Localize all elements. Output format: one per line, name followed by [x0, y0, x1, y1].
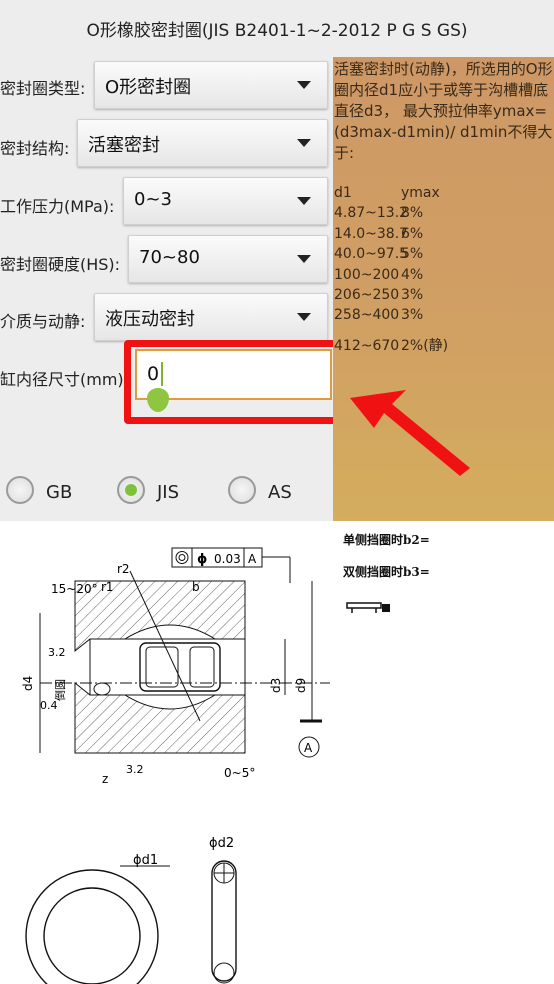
svg-text:倒圆: 倒圆: [54, 679, 67, 701]
radio-gb[interactable]: [6, 476, 34, 504]
tolerance-frame: ϕ 0.03 A: [171, 547, 291, 583]
table-row: 206~250 3%: [334, 287, 424, 304]
svg-text:d9: d9: [294, 678, 308, 693]
svg-text:ϕd1: ϕd1: [133, 853, 158, 868]
table-row: 40.0~97.5 5%: [334, 246, 424, 263]
svg-text:r1: r1: [101, 580, 114, 594]
svg-text:A: A: [248, 552, 257, 566]
svg-text:ϕ: ϕ: [197, 552, 207, 567]
double-ring-result: 双侧挡圈时b3=: [343, 565, 430, 579]
table-row: 14.0~38.7 6%: [334, 225, 424, 242]
chevron-down-icon: [297, 197, 311, 205]
table-row: 100~200 4%: [334, 266, 424, 283]
o-ring-front-view: ϕd1: [25, 853, 170, 984]
info-text: 活塞密封时(动静)，所选用的O形圈内径d1应小于或等于沟槽槽底直径d3， 最大预…: [334, 60, 553, 162]
svg-text:15~20°: 15~20°: [51, 582, 98, 596]
radio-gb-label: GB: [46, 482, 73, 503]
page-title: O形橡胶密封圈(JIS B2401-1~2-2012 P G S GS): [86, 21, 468, 41]
hardness-select[interactable]: 70~80: [128, 235, 328, 283]
svg-text:ϕd2: ϕd2: [209, 836, 234, 851]
pressure-value: 0~3: [134, 189, 172, 210]
seal-type-value: O形密封圈: [105, 77, 192, 98]
medium-value: 液压动密封: [105, 309, 195, 330]
svg-text:d3: d3: [269, 678, 283, 693]
table-header: d1 ymax: [334, 185, 440, 201]
svg-text:3.2: 3.2: [126, 763, 144, 776]
radio-jis-label: JIS: [157, 482, 180, 503]
highlight-box: [124, 340, 348, 424]
radio-jis[interactable]: [117, 476, 145, 504]
svg-text:A: A: [304, 741, 313, 755]
svg-text:3.2: 3.2: [48, 646, 66, 659]
svg-text:b: b: [192, 580, 200, 594]
svg-text:0~5°: 0~5°: [224, 766, 255, 780]
radio-as[interactable]: [228, 476, 256, 504]
medium-select[interactable]: 液压动密封: [94, 293, 328, 341]
seal-type-select[interactable]: O形密封圈: [94, 61, 328, 109]
table-row: 4.87~13.2 8%: [334, 205, 424, 222]
o-ring-section-view: ϕd2: [209, 836, 237, 984]
svg-text:r2: r2: [117, 562, 130, 576]
single-ring-result: 单侧挡圈时b2=: [343, 533, 430, 547]
seal-structure-label: 密封结构:: [0, 139, 70, 158]
bore-label: 缸内径尺寸(mm):: [0, 370, 130, 389]
chevron-down-icon: [297, 255, 311, 263]
radio-as-label: AS: [268, 482, 292, 503]
arrow-annotation-icon: [350, 390, 470, 476]
backup-ring-icon: [346, 602, 390, 613]
seal-type-label: 密封圈类型:: [0, 79, 86, 98]
svg-text:0.03: 0.03: [214, 552, 241, 566]
chevron-down-icon: [297, 313, 311, 321]
table-row: 258~400 3%: [334, 307, 424, 324]
svg-text:d4: d4: [21, 676, 35, 691]
medium-label: 介质与动静:: [0, 312, 86, 331]
pressure-select[interactable]: 0~3: [123, 177, 328, 225]
chevron-down-icon: [297, 81, 311, 89]
table-row: 412~670 2%(静): [334, 337, 449, 354]
stretch-table: d1 ymax 4.87~13.2 8% 14.0~38.7 6% 40.0~97.…: [334, 183, 448, 356]
chevron-down-icon: [297, 139, 311, 147]
seal-structure-select[interactable]: 活塞密封: [77, 119, 328, 167]
hardness-value: 70~80: [139, 247, 200, 268]
svg-text:z: z: [102, 772, 108, 786]
hardness-label: 密封圈硬度(HS):: [0, 255, 121, 274]
groove-drawing: ϕ 0.03 A A r2 r1 b 15~20° 3.2 0.4 3.2 倒圆…: [21, 547, 330, 984]
pressure-label: 工作压力(MPa):: [0, 197, 115, 216]
seal-structure-value: 活塞密封: [88, 135, 160, 156]
